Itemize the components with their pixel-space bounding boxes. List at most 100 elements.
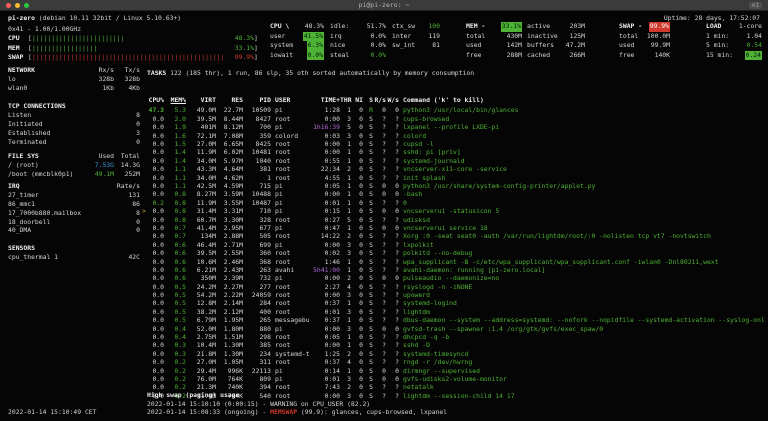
cell-virt: 27.0M [196, 358, 216, 367]
process-table-header: CPU% MEM% VIRT RES PID USER TIME+ THR NI… [140, 96, 765, 104]
cell-virt: 34.0M [196, 173, 216, 182]
cell-nice: 0 [359, 333, 363, 342]
cell-write-rate: ? [395, 140, 399, 149]
cell-cpu-percent: 0.0 [152, 291, 164, 300]
cell-virt: 60.7M [196, 215, 216, 224]
cell-state: S [369, 190, 373, 199]
cell-mem-percent: 0.3 [174, 349, 186, 358]
process-row: 0.0 0.3 21.8M 1.30M 234 systemd-t 1:25 2… [140, 350, 765, 358]
cell-command: 0 [403, 198, 407, 207]
cell-nice: 0 [359, 257, 363, 266]
cell-write-rate: ? [395, 316, 399, 325]
fs-used: 7.53G [94, 160, 114, 169]
cell-read-rate: ? [382, 316, 386, 325]
process-row: 0.0 0.4 52.0M 1.80M 880 pi 0:00 3 0 S 0 … [140, 325, 765, 333]
cell-cpu-percent: 0.0 [152, 240, 164, 249]
cell-nice: 0 [359, 148, 363, 157]
terminal-content: pi-zero (debian 10.11 32bit / Linux 5.10… [0, 12, 768, 421]
process-row: > 0.0 0.8 31.4M 3.31M 710 pi 0:15 1 0 S … [140, 207, 765, 215]
close-button[interactable] [6, 3, 11, 8]
network-tx-header: Tx/s [124, 66, 140, 74]
summary-row: LOAD 1-core [706, 22, 762, 30]
cell-virt: 12.8M [196, 299, 216, 308]
cell-command: upowerd [403, 291, 430, 300]
cell-mem-percent: 2.0 [174, 114, 186, 123]
cell-user: pi [275, 274, 283, 283]
summary-row: total 430M [466, 31, 522, 40]
sensor-value: 42C [128, 252, 140, 261]
cell-nice: 0 [359, 324, 363, 333]
header-cpu[interactable]: CPU% [146, 96, 164, 104]
header-virt[interactable]: VIRT [186, 96, 216, 104]
minimize-button[interactable] [15, 3, 20, 8]
cell-user: root [275, 165, 291, 174]
cell-state: S [369, 240, 373, 249]
network-title: NETWORK [8, 66, 35, 74]
cell-pid: 8425 [255, 140, 271, 149]
window-title: pi@pi-zero: ~ [358, 1, 410, 9]
cell-write-rate: ? [395, 165, 399, 174]
cell-virt: 34.0M [196, 156, 216, 165]
header-read-rate: R/s [374, 96, 386, 104]
cell-state: S [369, 299, 373, 308]
cell-time: 0:01 [324, 198, 340, 207]
cell-read-rate: ? [382, 249, 386, 258]
irq-name: 86_mmc1 [8, 199, 35, 208]
cell-nice: 0 [359, 307, 363, 316]
header-time[interactable]: TIME+ [310, 96, 340, 104]
cell-threads: 1 [347, 341, 351, 350]
cell-mem-percent: 0.7 [174, 232, 186, 241]
cell-threads: 1 [347, 265, 351, 274]
cpu-counters-column: ctx_sw 100 inter 119 sw_int 81 [392, 22, 440, 51]
cell-state: S [369, 232, 373, 241]
cell-write-rate: ? [395, 257, 399, 266]
cell-read-rate: ? [382, 240, 386, 249]
cell-read-rate: ? [382, 140, 386, 149]
header-pid[interactable]: PID [243, 96, 271, 104]
cell-read-rate: ? [382, 165, 386, 174]
cell-threads: 2 [347, 274, 351, 283]
cell-virt: 11.9M [196, 148, 216, 157]
cell-cpu-percent: 0.0 [152, 190, 164, 199]
cell-read-rate: ? [382, 282, 386, 291]
zoom-button[interactable] [24, 3, 29, 8]
header-res[interactable]: RES [216, 96, 243, 104]
cell-cpu-percent: 0.0 [152, 316, 164, 325]
rx-rate: 328b [98, 74, 114, 83]
tasks-line: TASKS 122 (185 thr), 1 run, 86 slp, 35 o… [147, 69, 474, 77]
process-row: 0.2 0.8 11.9M 3.55M 10487 pi 0:01 1 0 S … [140, 199, 765, 207]
cell-time: 1h16:39 [313, 123, 340, 132]
cell-command: lxpolkit [403, 240, 434, 249]
process-row: 0.0 1.1 42.5M 4.59M 715 pi 0:05 1 0 S 0 … [140, 182, 765, 190]
cell-virt: 350M [200, 274, 216, 283]
cell-pid: 298 [259, 333, 271, 342]
cell-pid: 368 [259, 257, 271, 266]
process-row: 0.0 0.5 38.2M 2.12M 400 root 0:01 3 0 S … [140, 308, 765, 316]
cell-command: avahi-daemon: running [pi-zero.local] [403, 265, 546, 274]
filesystem-panel: FILE SYS Used Total / (root) 7.53G 14.3G/boo… [8, 152, 140, 179]
summary-row: total 100.0M [619, 31, 670, 40]
cell-mem-percent: 0.5 [174, 291, 186, 300]
cell-cpu-percent: 0.0 [152, 307, 164, 316]
header-user[interactable]: USER [271, 96, 310, 104]
cell-nice: 0 [359, 114, 363, 123]
cell-threads: 2 [347, 383, 351, 392]
summary-row: 15 min: 0.24 [706, 50, 762, 60]
cell-mem-percent: 0.2 [174, 366, 186, 375]
cell-command: lxpanel --profile LXDE-pi [403, 123, 500, 132]
cell-user: colord [275, 131, 299, 140]
cell-state: S [369, 156, 373, 165]
cell-threads: 3 [347, 249, 351, 258]
cpu-bar-fill: |||||||||||||||||||||||| [32, 34, 125, 42]
cell-res: 8.44M [223, 114, 243, 123]
process-row: 0.0 1.6 72.1M 7.08M 359 colord 0:03 3 0 … [140, 132, 765, 140]
cell-res: 22.7M [223, 106, 243, 115]
cell-time: 0:15 [324, 207, 340, 216]
cell-command: systemd-logind [403, 299, 457, 308]
cell-cpu-percent: 0.0 [152, 349, 164, 358]
summary-row: idle: 51.7% [330, 22, 386, 30]
tcp-connections-panel: TCP CONNECTIONS Listen 8 Initiated 0 Establi… [8, 102, 140, 146]
header-mem-sorted[interactable]: MEM% [164, 96, 186, 104]
cell-time: 0:05 [324, 333, 340, 342]
cell-write-rate: 0 [395, 190, 399, 199]
